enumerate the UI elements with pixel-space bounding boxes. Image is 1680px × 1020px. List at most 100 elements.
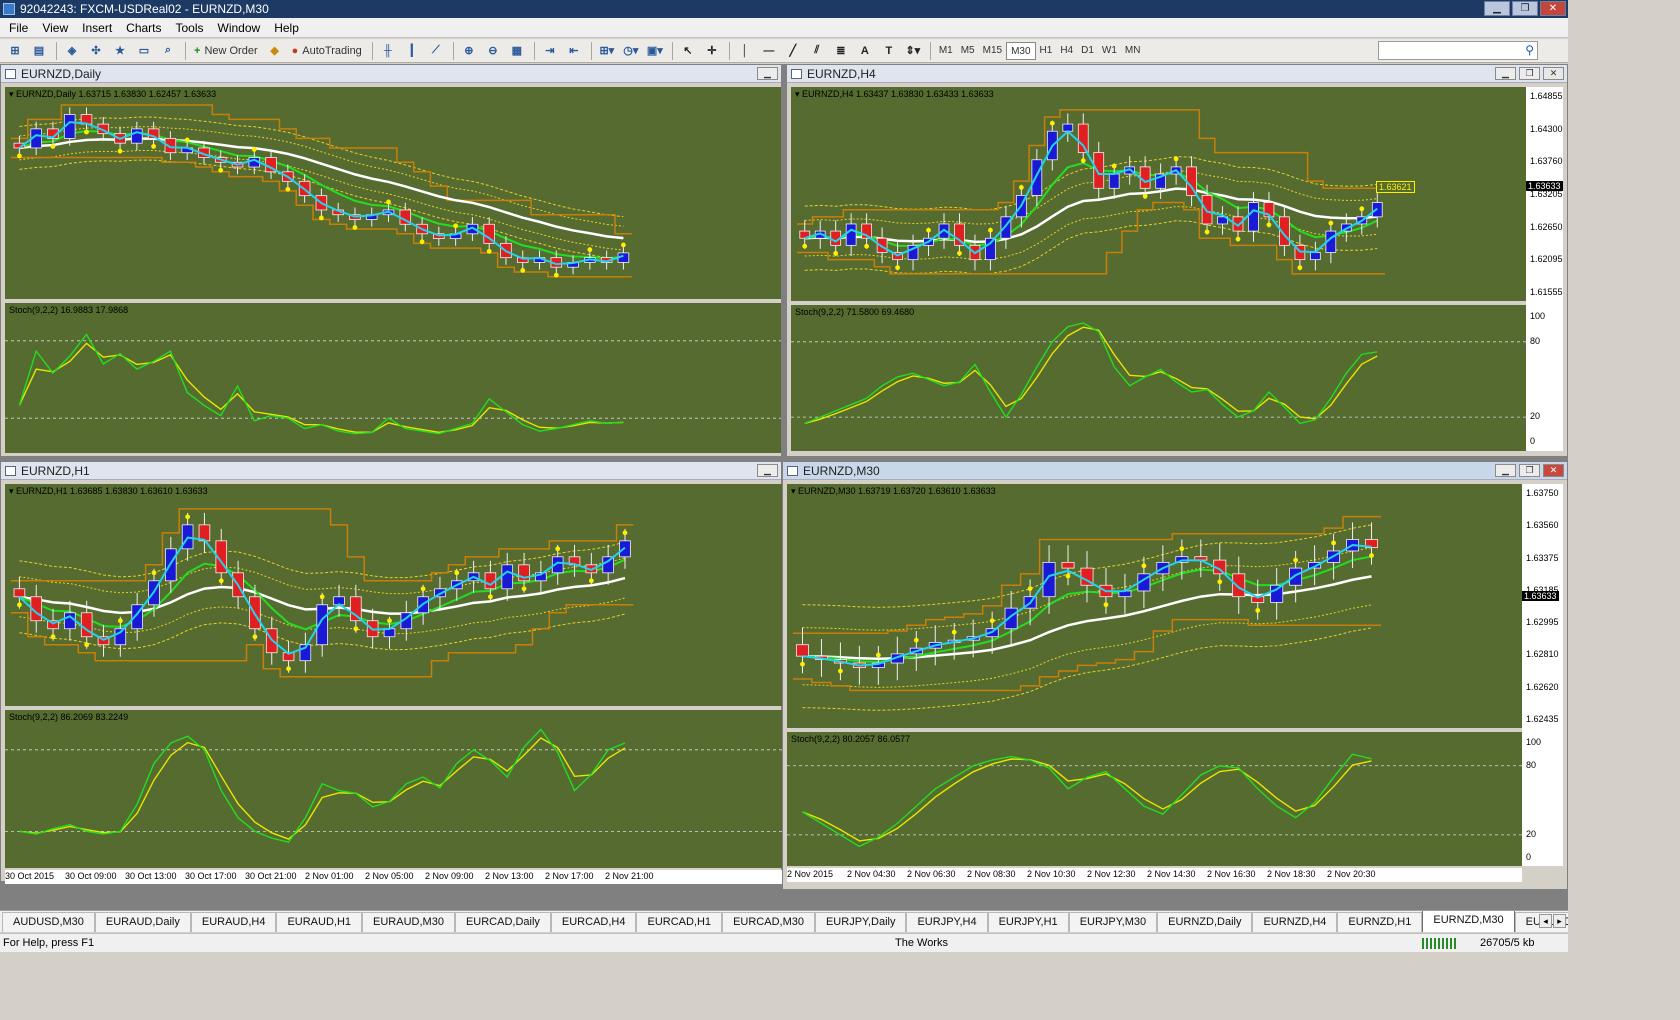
tf-w1[interactable]: W1 bbox=[1098, 42, 1121, 60]
tab-euraud-h1[interactable]: EURAUD,H1 bbox=[276, 912, 363, 932]
chart-restore-button[interactable]: ❐ bbox=[1519, 464, 1540, 477]
zoom-in-icon[interactable]: ⊕ bbox=[458, 41, 480, 61]
chart-shift-icon[interactable]: ⇤ bbox=[563, 41, 585, 61]
templates-icon[interactable]: ▣▾ bbox=[644, 41, 666, 61]
strategy-tester-icon[interactable]: ⌕ bbox=[157, 41, 179, 61]
zoom-out-icon[interactable]: ⊖ bbox=[482, 41, 504, 61]
menu-insert[interactable]: Insert bbox=[75, 18, 119, 38]
tab-eurnzd-h4[interactable]: EURNZD,H4 bbox=[1252, 912, 1338, 932]
menu-charts[interactable]: Charts bbox=[119, 18, 168, 38]
chart-minimize-button[interactable]: ▁ bbox=[757, 67, 778, 80]
chart-minimize-button[interactable]: ▁ bbox=[757, 464, 778, 477]
chart-close-button[interactable]: ✕ bbox=[1543, 67, 1564, 80]
tf-h1[interactable]: H1 bbox=[1036, 42, 1057, 60]
menu-file[interactable]: File bbox=[2, 18, 35, 38]
tf-h4[interactable]: H4 bbox=[1056, 42, 1077, 60]
cursor-icon[interactable]: ↖ bbox=[677, 41, 699, 61]
tab-eurcad-h1[interactable]: EURCAD,H1 bbox=[636, 912, 723, 932]
signal-dot bbox=[352, 225, 358, 230]
price-pane[interactable]: ▾ EURNZD,H4 1.63437 1.63830 1.63433 1.63… bbox=[791, 87, 1526, 301]
search-input[interactable]: ⚲ bbox=[1378, 41, 1538, 60]
candle-bull bbox=[845, 223, 857, 246]
tf-d1[interactable]: D1 bbox=[1077, 42, 1098, 60]
chart-window-h1[interactable]: EURNZD,H1 ▁ ▾ EURNZD,H1 1.63685 1.63830 … bbox=[0, 461, 783, 884]
stochastic-pane[interactable]: Stoch(9,2,2) 16.9883 17.9868 bbox=[5, 303, 781, 453]
new-order-button[interactable]: + New Order bbox=[190, 41, 262, 61]
text-label-icon[interactable]: T bbox=[878, 41, 900, 61]
profiles-icon[interactable]: ▤ bbox=[28, 41, 50, 61]
tf-m1[interactable]: M1 bbox=[935, 42, 957, 60]
menu-tools[interactable]: Tools bbox=[169, 18, 211, 38]
price-axis[interactable]: 1.63750 1.63560 1.63375 1.63185 1.62995 1.628… bbox=[1522, 484, 1563, 866]
menu-window[interactable]: Window bbox=[211, 18, 268, 38]
tf-m30[interactable]: M30 bbox=[1006, 41, 1036, 60]
chart-minimize-button[interactable]: ▁ bbox=[1495, 464, 1516, 477]
chart-window-h4[interactable]: EURNZD,H4 ▁ ❐ ✕ ▾ EURNZD,H4 1.63437 1.6383… bbox=[786, 64, 1568, 457]
tab-scroll-right-icon[interactable]: ▸ bbox=[1553, 914, 1566, 928]
tab-eurjpy-h4[interactable]: EURJPY,H4 bbox=[906, 912, 988, 932]
chart-restore-button[interactable]: ❐ bbox=[1519, 67, 1540, 80]
candle-bear bbox=[13, 588, 26, 598]
tab-scroll-left-icon[interactable]: ◂ bbox=[1539, 914, 1552, 928]
autotrading-button[interactable]: ● AutoTrading bbox=[288, 41, 366, 61]
metaeditor-icon[interactable]: ◆ bbox=[264, 41, 286, 61]
tab-euraud-daily[interactable]: EURAUD,Daily bbox=[94, 912, 191, 932]
price-tick: 1.63375 bbox=[1526, 552, 1559, 563]
price-pane[interactable]: ▾ EURNZD,H1 1.63685 1.63830 1.63610 1.63… bbox=[5, 484, 783, 706]
chart-window-m30[interactable]: EURNZD,M30 ▁ ❐ ✕ ▾ EURNZD,M30 1.63719 1.63… bbox=[782, 461, 1568, 890]
menu-help[interactable]: Help bbox=[267, 18, 306, 38]
tf-mn[interactable]: MN bbox=[1121, 42, 1145, 60]
chart-close-button[interactable]: ✕ bbox=[1543, 464, 1564, 477]
tab-eurnzd-h1[interactable]: EURNZD,H1 bbox=[1337, 912, 1423, 932]
tab-eurnzd-m30[interactable]: EURNZD,M30 bbox=[1422, 911, 1515, 932]
chart-tabs: AUDUSD,M30 EURAUD,Daily EURAUD,H4 EURAUD,H1… bbox=[0, 910, 1568, 932]
horizontal-line-icon[interactable]: — bbox=[758, 41, 780, 61]
minimize-button[interactable]: ▁ bbox=[1484, 1, 1510, 16]
price-pane[interactable]: ▾ EURNZD,Daily 1.63715 1.63830 1.62457 1… bbox=[5, 87, 781, 299]
tab-eurcad-h4[interactable]: EURCAD,H4 bbox=[550, 912, 637, 932]
chart-window-daily[interactable]: EURNZD,Daily ▁ ▾ EURNZD,Daily 1.63715 1.… bbox=[0, 64, 782, 457]
tf-m5[interactable]: M5 bbox=[957, 42, 979, 60]
price-pane[interactable]: ▾ EURNZD,M30 1.63719 1.63720 1.63610 1.6… bbox=[787, 484, 1522, 728]
chart-minimize-button[interactable]: ▁ bbox=[1495, 67, 1516, 80]
trendline-icon[interactable]: ╱ bbox=[782, 41, 804, 61]
time-axis[interactable]: 2 Nov 2015 2 Nov 04:30 2 Nov 06:30 2 Nov 08… bbox=[787, 868, 1522, 882]
stochastic-pane[interactable]: Stoch(9,2,2) 80.2057 86.0577 bbox=[787, 732, 1522, 866]
tab-euraud-h4[interactable]: EURAUD,H4 bbox=[190, 912, 277, 932]
crosshair-icon[interactable]: ✛ bbox=[701, 41, 723, 61]
autoscroll-icon[interactable]: ⇥ bbox=[539, 41, 561, 61]
market-watch-icon[interactable]: ◈ bbox=[61, 41, 83, 61]
channel-icon[interactable]: ⫽ bbox=[806, 41, 828, 61]
vertical-line-icon[interactable]: │ bbox=[734, 41, 756, 61]
text-icon[interactable]: A bbox=[854, 41, 876, 61]
close-button[interactable]: ✕ bbox=[1540, 1, 1566, 16]
tab-eurcad-m30[interactable]: EURCAD,M30 bbox=[722, 912, 815, 932]
indicators-icon[interactable]: ⊞▾ bbox=[596, 41, 618, 61]
tab-audusd-m30[interactable]: AUDUSD,M30 bbox=[2, 912, 95, 932]
data-window-icon[interactable]: ✣ bbox=[85, 41, 107, 61]
tab-euraud-m30[interactable]: EURAUD,M30 bbox=[362, 912, 455, 932]
tab-eurnzd-daily[interactable]: EURNZD,Daily bbox=[1157, 912, 1253, 932]
candlestick-icon[interactable]: ┃ bbox=[401, 41, 423, 61]
arrows-icon[interactable]: ⇕▾ bbox=[902, 41, 924, 61]
navigator-icon[interactable]: ★ bbox=[109, 41, 131, 61]
bar-chart-icon[interactable]: ╫ bbox=[377, 41, 399, 61]
tf-m15[interactable]: M15 bbox=[979, 42, 1006, 60]
price-axis[interactable]: 1.64855 1.64300 1.63760 1.63205 1.62650 1.620… bbox=[1526, 87, 1563, 451]
tile-windows-icon[interactable]: ▦ bbox=[506, 41, 528, 61]
stochastic-pane[interactable]: Stoch(9,2,2) 71.5800 69.4680 bbox=[791, 305, 1526, 451]
new-chart-icon[interactable]: ⊞ bbox=[4, 41, 26, 61]
terminal-icon[interactable]: ▭ bbox=[133, 41, 155, 61]
stochastic-pane[interactable]: Stoch(9,2,2) 86.2069 83.2249 bbox=[5, 710, 783, 868]
fibonacci-icon[interactable]: ≣ bbox=[830, 41, 852, 61]
restore-button[interactable]: ❐ bbox=[1512, 1, 1538, 16]
tab-eurjpy-h1[interactable]: EURJPY,H1 bbox=[987, 912, 1069, 932]
tab-eurjpy-m30[interactable]: EURJPY,M30 bbox=[1068, 912, 1158, 932]
tab-eurjpy-daily[interactable]: EURJPY,Daily bbox=[814, 912, 907, 932]
line-chart-icon[interactable]: ⟋ bbox=[425, 41, 447, 61]
tab-eurcad-daily[interactable]: EURCAD,Daily bbox=[454, 912, 551, 932]
time-axis[interactable]: 30 Oct 2015 30 Oct 09:00 30 Oct 13:00 30 Oc… bbox=[5, 870, 783, 884]
periods-icon[interactable]: ◷▾ bbox=[620, 41, 642, 61]
status-bar: For Help, press F1 The Works 26705/5 kb bbox=[0, 933, 1568, 952]
menu-view[interactable]: View bbox=[35, 18, 75, 38]
